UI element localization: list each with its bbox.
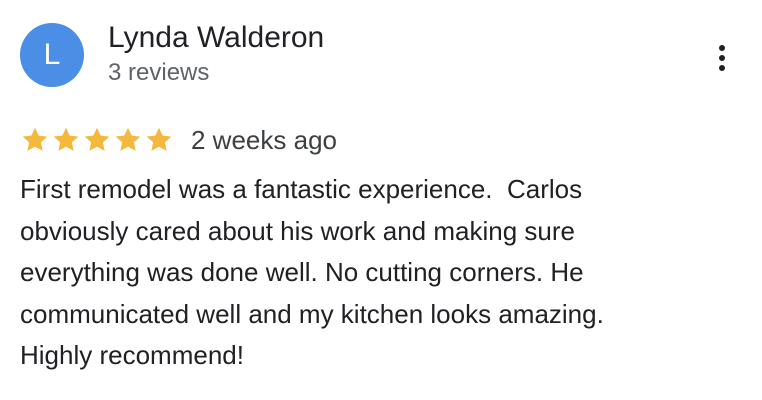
review-text: First remodel was a fantastic experience… xyxy=(20,169,745,377)
review-text-line: obviously cared about his work and makin… xyxy=(20,215,575,246)
star-rating xyxy=(20,125,175,155)
star-icon xyxy=(84,127,110,151)
reviewer-name[interactable]: Lynda Walderon xyxy=(108,21,324,55)
review-text-line: communicated well and my kitchen looks a… xyxy=(20,298,604,329)
review-text-line: First remodel was a fantastic experience… xyxy=(20,174,583,204)
reviewer-review-count[interactable]: 3 reviews xyxy=(108,58,209,88)
avatar[interactable]: L xyxy=(20,23,84,87)
star-icon xyxy=(22,127,48,151)
rating-row: 2 weeks ago xyxy=(20,122,337,158)
star-icon xyxy=(146,127,172,151)
more-options-button[interactable] xyxy=(705,38,739,78)
star-icon xyxy=(53,127,79,151)
review-text-line: everything was done well. No cutting cor… xyxy=(20,257,584,287)
review-time: 2 weeks ago xyxy=(191,125,337,155)
star-icon xyxy=(115,127,141,151)
avatar-initial: L xyxy=(43,38,61,71)
review-text-line: Highly recommend! xyxy=(20,340,244,370)
